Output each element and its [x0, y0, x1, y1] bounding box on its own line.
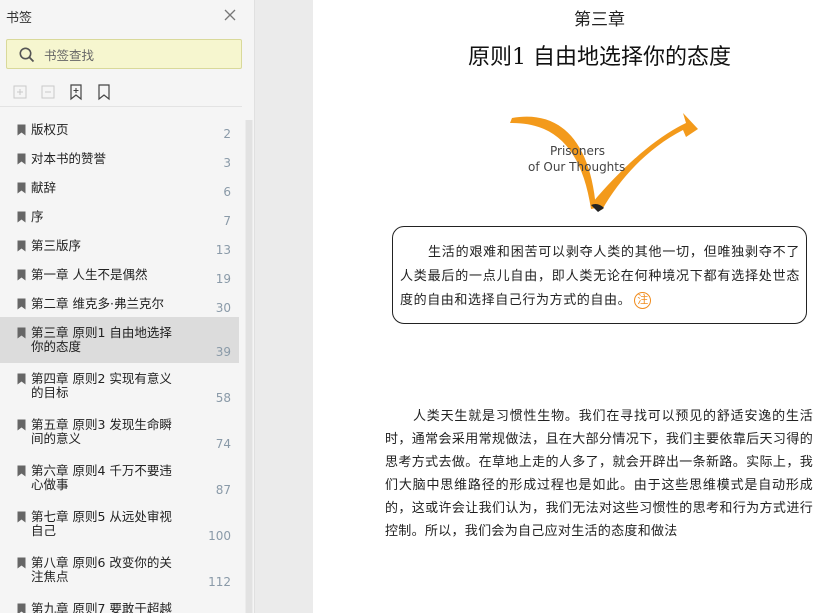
bookmark-item[interactable]: 第三版序 13: [0, 230, 239, 259]
bookmark-label: 第四章 原则2 实现有意义 的目标: [31, 371, 172, 400]
sidebar-scrollbar[interactable]: [245, 120, 253, 613]
bookmark-flag-icon: [17, 419, 26, 431]
bookmark-page-number: 74: [215, 437, 231, 451]
bookmark-list: 版权页 2 对本书的赞誉 3 献辞 6 序 7 第三版序 13 第一章 人生不是偶然 19 第二章 维克…: [0, 110, 254, 613]
illustration-line-2: of Our Thoughts: [528, 160, 625, 174]
close-icon[interactable]: [222, 7, 238, 23]
bookmark-item[interactable]: 版权页 2: [0, 114, 239, 143]
bookmark-label: 第八章 原则6 改变你的关 注焦点: [31, 555, 172, 584]
bookmark-flag-icon: [17, 124, 26, 136]
bookmark-flag-icon: [17, 269, 26, 281]
collapse-all-icon[interactable]: [40, 83, 56, 101]
bookmark-flag-icon: [17, 327, 26, 339]
bookmark-search-input[interactable]: [44, 45, 234, 65]
document-page: 第三章 原则1 自由地选择你的态度 Prisoners of Our Thoug…: [313, 0, 815, 613]
bookmark-flag-icon: [17, 240, 26, 252]
bookmark-label: 第一章 人生不是偶然: [31, 267, 148, 282]
bookmark-search-box: [6, 39, 242, 69]
bookmark-sidebar: 书签 书签查找 版权页 2 对本书的赞誉 3 献辞 6 序 7 第三版序 13 …: [0, 0, 255, 613]
bookmark-flag-icon: [17, 511, 26, 523]
bookmark-item[interactable]: 第五章 原则3 发现生命瞬 间的意义 74: [0, 409, 239, 455]
bookmark-label: 第二章 维克多·弗兰克尔: [31, 296, 164, 311]
pdf-reader-window: 书签 书签查找 版权页 2 对本书的赞誉 3 献辞 6 序 7 第三版序 13 …: [0, 0, 815, 613]
bookmark-label: 献辞: [31, 180, 57, 195]
bookmark-page-number: 2: [223, 127, 231, 141]
bookmark-page-number: 30: [215, 301, 231, 315]
bookmark-item[interactable]: 第六章 原则4 千万不要违 心做事 87: [0, 455, 239, 501]
bookmark-icon[interactable]: [96, 83, 112, 101]
chapter-illustration: Prisoners of Our Thoughts: [510, 113, 698, 212]
page-gutter: [255, 0, 313, 613]
bookmark-label: 第六章 原则4 千万不要违 心做事: [31, 463, 172, 492]
footnote-icon[interactable]: 注: [634, 292, 652, 309]
expand-all-icon[interactable]: [12, 83, 28, 101]
bookmark-page-number: 58: [215, 391, 231, 405]
chapter-title: 原则1 自由地选择你的态度: [468, 45, 731, 70]
add-bookmark-icon[interactable]: [68, 83, 84, 101]
scrollbar-thumb[interactable]: [246, 120, 252, 613]
bookmark-label: 版权页: [31, 122, 69, 137]
bookmark-flag-icon: [17, 603, 26, 613]
sidebar-title: 书签: [6, 11, 33, 26]
bookmark-flag-icon: [17, 465, 26, 477]
bookmark-label: 对本书的赞誉: [31, 151, 107, 166]
bookmark-flag-icon: [17, 298, 26, 310]
epigraph-box: 生活的艰难和困苦可以剥夺人类的其他一切，但唯独剥夺不了人类最后的一点儿自由，即人…: [392, 226, 807, 324]
bookmark-page-number: 7: [223, 214, 231, 228]
toolbar-divider: [0, 106, 242, 107]
bookmark-page-number: 13: [215, 243, 231, 257]
bookmark-page-number: 112: [208, 575, 231, 589]
epigraph-text: 生活的艰难和困苦可以剥夺人类的其他一切，但唯独剥夺不了人类最后的一点儿自由，即人…: [400, 241, 800, 313]
bookmark-page-number: 19: [215, 272, 231, 286]
bookmark-item[interactable]: 对本书的赞誉 3: [0, 143, 239, 172]
bookmark-page-number: 6: [223, 185, 231, 199]
search-icon: [19, 47, 35, 63]
bookmark-label: 第三版序: [31, 238, 82, 253]
chapter-label: 第三章: [574, 10, 625, 30]
bookmark-label: 第三章 原则1 自由地选择 你的态度: [31, 325, 172, 354]
epigraph-quote: 生活的艰难和困苦可以剥夺人类的其他一切，但唯独剥夺不了人类最后的一点儿自由，即人…: [400, 245, 800, 308]
bookmark-flag-icon: [17, 182, 26, 194]
bookmark-flag-icon: [17, 153, 26, 165]
bookmark-item[interactable]: 第七章 原则5 从远处审视 自己 100: [0, 501, 239, 547]
bookmark-item[interactable]: 第二章 维克多·弗兰克尔 30: [0, 288, 239, 317]
bookmark-item[interactable]: 第一章 人生不是偶然 19: [0, 259, 239, 288]
bookmark-item[interactable]: 第九章 原则7 要敢于超越: [0, 593, 239, 613]
bookmark-page-number: 100: [208, 529, 231, 543]
bookmark-item[interactable]: 第八章 原则6 改变你的关 注焦点 112: [0, 547, 239, 593]
bookmark-item[interactable]: 第四章 原则2 实现有意义 的目标 58: [0, 363, 239, 409]
illustration-line-1: Prisoners: [550, 144, 605, 158]
bookmark-label: 第五章 原则3 发现生命瞬 间的意义: [31, 417, 172, 446]
bookmark-item[interactable]: 第三章 原则1 自由地选择 你的态度 39: [0, 317, 239, 363]
bookmark-item[interactable]: 序7: [0, 201, 239, 230]
body-paragraph: 人类天生就是习惯性生物。我们在寻找可以预见的舒适安逸的生活时，通常会采用常规做法…: [385, 409, 813, 539]
bookmark-label: 第九章 原则7 要敢于超越: [31, 601, 172, 613]
bookmark-page-number: 87: [215, 483, 231, 497]
bookmark-label: 序: [31, 209, 44, 224]
bookmark-flag-icon: [17, 373, 26, 385]
bookmark-page-number: 3: [223, 156, 231, 170]
bookmark-page-number: 39: [215, 345, 231, 359]
bookmark-label: 第七章 原则5 从远处审视 自己: [31, 509, 172, 538]
bookmark-item[interactable]: 献辞 6: [0, 172, 239, 201]
bookmark-flag-icon: [17, 557, 26, 569]
bookmark-flag-icon: [17, 211, 26, 223]
